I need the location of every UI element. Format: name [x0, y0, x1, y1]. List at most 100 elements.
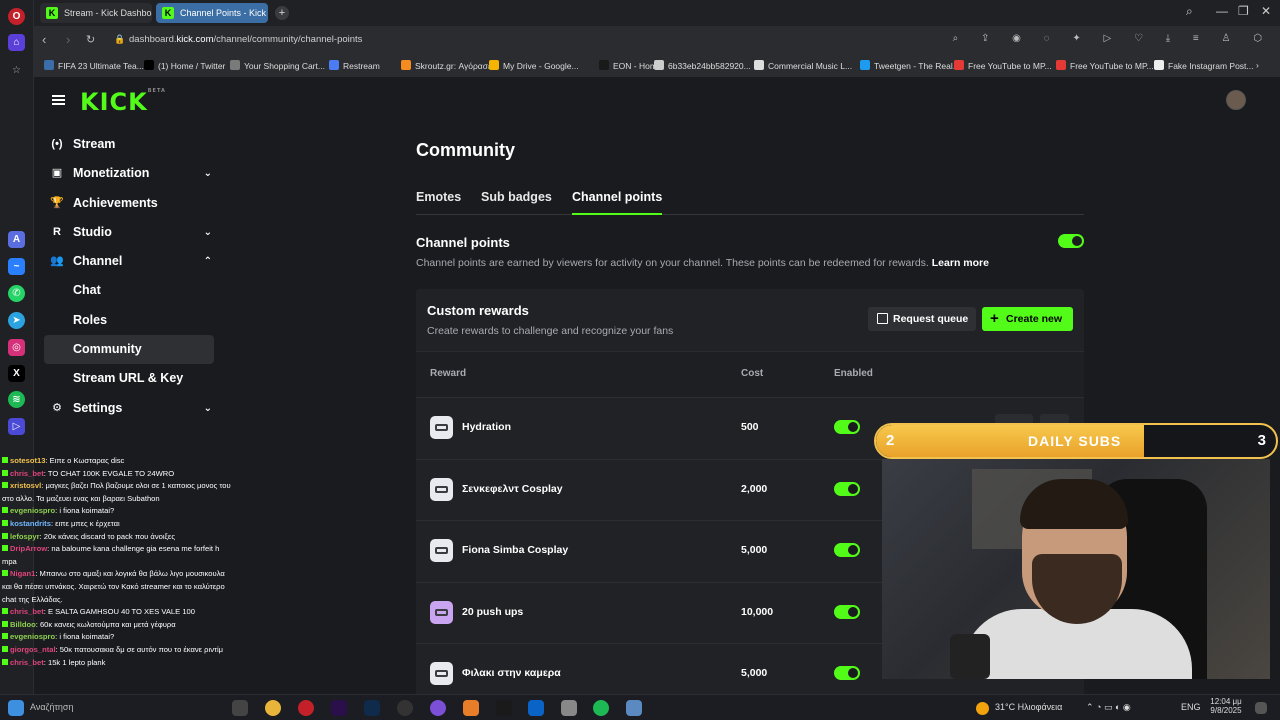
bookmark-item[interactable]: Skroutz.gr: Αγόρασε...	[401, 60, 499, 71]
reward-cost: 500	[741, 421, 759, 433]
minimize-button[interactable]: —	[1216, 4, 1228, 18]
tab-stream-dashboard[interactable]: K Stream - Kick Dashboard	[40, 3, 152, 23]
bookmark-item[interactable]: (1) Home / Twitter	[144, 60, 225, 71]
sidebar-item-settings[interactable]: ⚙ Settings ⌄	[34, 394, 224, 423]
sidebar-item-roles[interactable]: Roles	[34, 306, 224, 335]
star-icon[interactable]: ☆	[8, 62, 25, 79]
bookmark-item[interactable]: FIFA 23 Ultimate Tea...	[44, 60, 144, 71]
premiere-icon[interactable]	[331, 700, 347, 716]
search-tabs-icon[interactable]: ⌕	[1186, 4, 1193, 19]
reload-button[interactable]: ↻	[86, 33, 95, 46]
tab-channel-points[interactable]: Channel points	[572, 190, 663, 215]
steam-icon[interactable]	[496, 700, 512, 716]
spotify-icon[interactable]: ≋	[8, 391, 25, 408]
bookmarks-overflow-icon[interactable]: ›	[1256, 60, 1259, 70]
rewards-table-header: Reward Cost Enabled	[416, 351, 1084, 397]
sidebar-item-studio[interactable]: R Studio ⌄	[34, 218, 224, 247]
sidebar-item-stream[interactable]: (•) Stream	[34, 130, 224, 159]
kick-logo[interactable]: KICKBETA	[80, 88, 166, 116]
outlook-icon[interactable]	[528, 700, 544, 716]
chat-badge-icon	[2, 620, 8, 627]
close-window-button[interactable]: ✕	[1261, 4, 1271, 18]
sidebar-item-community[interactable]: Community	[44, 335, 214, 365]
create-new-button[interactable]: + Create new	[982, 307, 1073, 331]
learn-more-link[interactable]: Learn more	[932, 257, 989, 269]
chrome-icon[interactable]	[265, 700, 281, 716]
telegram-icon[interactable]: ➤	[8, 312, 25, 329]
opera-logo-icon[interactable]: O	[8, 8, 25, 25]
bookmark-label: Restream	[343, 61, 380, 71]
reward-enabled-toggle[interactable]	[834, 604, 860, 619]
sidebar-item-stream-url-key[interactable]: Stream URL & Key	[34, 364, 224, 393]
tab-emotes[interactable]: Emotes	[416, 190, 461, 215]
menu-icon[interactable]	[52, 95, 65, 105]
bookmark-item[interactable]: Free YouTube to MP...	[954, 60, 1052, 71]
chat-username: kostandrits	[10, 518, 51, 528]
tab-sub-badges[interactable]: Sub badges	[481, 190, 552, 215]
bookmark-item[interactable]: Free YouTube to MP...	[1056, 60, 1154, 71]
aria-icon[interactable]: A	[8, 231, 25, 248]
opera-icon[interactable]	[298, 700, 314, 716]
app-icon[interactable]	[463, 700, 479, 716]
back-button[interactable]: ‹	[42, 32, 46, 47]
language-indicator[interactable]: ENG	[1181, 702, 1201, 712]
tab-channel-points[interactable]: K Channel Points - Kick Das	[156, 3, 268, 23]
bookmark-item[interactable]: Fake Instagram Post...	[1154, 60, 1254, 71]
taskbar-search[interactable]: Αναζήτηση	[30, 702, 73, 712]
new-tab-button[interactable]: +	[275, 6, 289, 20]
spotify-icon[interactable]	[593, 700, 609, 716]
reward-enabled-toggle[interactable]	[834, 543, 860, 557]
date: 9/8/2025	[1210, 706, 1242, 715]
clock[interactable]: 12:04 μμ 9/8/2025	[1208, 697, 1244, 715]
reward-enabled-toggle[interactable]	[834, 481, 860, 496]
bookmark-item[interactable]: 6b33eb24bb582920...	[654, 60, 751, 71]
request-queue-button[interactable]: Request queue	[868, 307, 976, 331]
notifications-icon[interactable]	[1255, 702, 1267, 714]
home-icon[interactable]: ⌂	[8, 34, 25, 51]
x-twitter-icon[interactable]: X	[8, 365, 25, 382]
photoshop-icon[interactable]	[364, 700, 380, 716]
discord-icon[interactable]	[430, 700, 446, 716]
avatar[interactable]	[1226, 90, 1246, 110]
reward-enabled-toggle[interactable]	[834, 420, 860, 434]
bookmark-item[interactable]: My Drive - Google...	[489, 60, 579, 71]
channel-points-toggle[interactable]	[1058, 234, 1084, 248]
reward-name: Σενκεφελντ Cosplay	[462, 482, 563, 495]
obs-icon[interactable]	[397, 700, 413, 716]
sidebar-item-monetization[interactable]: ▣ Monetization ⌄	[34, 159, 224, 188]
instagram-icon[interactable]: ◎	[8, 339, 25, 356]
bookmark-label: 6b33eb24bb582920...	[668, 61, 751, 71]
sidebar-item-chat[interactable]: Chat	[34, 276, 224, 305]
bookmark-item[interactable]: Your Shopping Cart...	[230, 60, 325, 71]
task-view-icon[interactable]	[232, 700, 248, 716]
maximize-button[interactable]: ❐	[1238, 4, 1249, 18]
forward-button[interactable]: ›	[66, 32, 70, 47]
browser-toolbar-icons[interactable]: ⌕ ⇪ ◉ ◌ ✦ ▷ ♡ ⤓ ≡ ♙ ⬡	[953, 33, 1272, 44]
sidebar-item-achievements[interactable]: 🏆 Achievements	[34, 189, 224, 218]
sidebar-item-label: Community	[73, 342, 142, 357]
microphone	[950, 634, 990, 679]
bookmark-item[interactable]: Commercial Music L...	[754, 60, 852, 71]
chat-badge-icon	[2, 507, 8, 514]
app-icon[interactable]	[626, 700, 642, 716]
chat-username: lefospyr	[10, 531, 40, 541]
url-field[interactable]: dashboard.kick.com/channel/community/cha…	[129, 32, 362, 48]
bookmark-item[interactable]: EON - Home	[599, 60, 662, 71]
player-icon[interactable]: ▷	[8, 418, 25, 435]
whatsapp-icon[interactable]: ✆	[8, 285, 25, 302]
windows-start-icon[interactable]	[8, 700, 24, 716]
tray-icons[interactable]: ⌃ ◔ ▭ ◐ ◉	[1086, 702, 1131, 713]
url-path: /channel/community/channel-points	[213, 34, 363, 45]
weather-text[interactable]: 31°C Ηλιοφάνεια	[995, 702, 1062, 712]
time: 12:04 μμ	[1210, 697, 1242, 706]
reward-ticket-icon	[430, 600, 453, 624]
sidebar-item-channel[interactable]: 👥 Channel ⌃	[34, 247, 224, 276]
bookmark-item[interactable]: Restream	[329, 60, 380, 71]
reward-cost: 5,000	[741, 544, 768, 556]
sidebar-item-label: Channel	[73, 254, 123, 269]
reward-enabled-toggle[interactable]	[834, 666, 860, 680]
tab-label: Channel Points - Kick Das	[180, 8, 268, 18]
app-icon[interactable]	[561, 700, 577, 716]
messenger-icon[interactable]: ~	[8, 258, 25, 275]
bookmark-item[interactable]: Tweetgen - The Real...	[860, 60, 960, 71]
